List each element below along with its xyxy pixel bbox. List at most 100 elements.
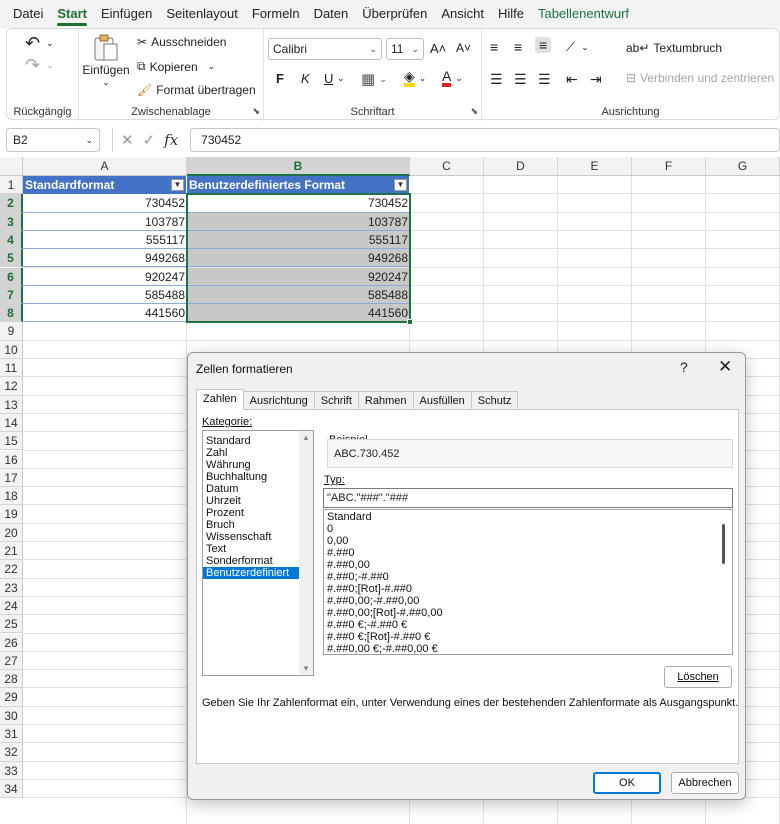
tab-rahmen[interactable]: Rahmen	[357, 391, 414, 410]
category-item[interactable]: Uhrzeit	[203, 495, 299, 507]
tab-schutz[interactable]: Schutz	[470, 391, 519, 410]
category-item[interactable]: Buchhaltung	[203, 471, 299, 483]
table-cell[interactable]: 441560	[187, 304, 410, 323]
row-header[interactable]: 4	[0, 230, 23, 250]
format-item[interactable]: #.##0,00;-#.##0,00	[324, 595, 732, 607]
font-name-select[interactable]: Calibri ⌄	[268, 38, 382, 60]
menu-daten[interactable]: Daten	[307, 0, 356, 28]
row-header[interactable]: 19	[0, 505, 23, 524]
select-all-corner[interactable]	[0, 157, 23, 176]
format-item[interactable]: #.##0,00;[Rot]-#.##0,00	[324, 607, 732, 619]
filter-dropdown-icon[interactable]: ▼	[171, 179, 184, 191]
category-item[interactable]: Sonderformat	[203, 555, 299, 567]
format-scrollbar[interactable]	[718, 510, 732, 654]
row-header[interactable]: 27	[0, 651, 23, 671]
bold-button[interactable]: F	[276, 71, 284, 86]
category-item[interactable]: Wissenschaft	[203, 531, 299, 543]
cut-button[interactable]: ✂ Ausschneiden	[137, 35, 226, 49]
format-item[interactable]: 0,00	[324, 535, 732, 547]
table-cell[interactable]: 949268	[187, 249, 410, 268]
align-top-button[interactable]: ≡	[490, 39, 498, 55]
column-header-f[interactable]: F	[632, 157, 706, 176]
borders-button[interactable]: ▦ ⌄	[361, 70, 387, 88]
row-header[interactable]: 21	[0, 542, 23, 561]
row-header[interactable]: 7	[0, 285, 23, 305]
scroll-down-icon[interactable]: ▼	[299, 664, 313, 673]
row-header[interactable]: 14	[0, 413, 23, 433]
function-icon[interactable]: fx	[164, 131, 178, 149]
table-cell[interactable]: 730452	[187, 194, 410, 213]
row-header[interactable]: 2	[0, 194, 23, 213]
category-item[interactable]: Bruch	[203, 519, 299, 531]
increase-font-button[interactable]: A˄	[430, 41, 446, 56]
menu-seitenlayout[interactable]: Seitenlayout	[159, 0, 245, 28]
column-header-g[interactable]: G	[706, 157, 780, 176]
menu-ueberpruefen[interactable]: Überprüfen	[355, 0, 434, 28]
tab-ausfuellen[interactable]: Ausfüllen	[412, 391, 472, 410]
column-header-c[interactable]: C	[410, 157, 484, 176]
underline-button[interactable]: U	[324, 71, 333, 86]
format-item[interactable]: #.##0	[324, 547, 732, 559]
align-left-button[interactable]: ☰	[490, 71, 503, 88]
table-cell[interactable]: 555117	[23, 230, 187, 250]
align-middle-button[interactable]: ≡	[514, 39, 522, 55]
column-header-d[interactable]: D	[484, 157, 558, 176]
align-bottom-button[interactable]: ≡	[535, 37, 552, 53]
decrease-indent-button[interactable]: ⇤	[566, 71, 578, 88]
row-header[interactable]: 22	[0, 560, 23, 579]
close-button[interactable]: ✕	[718, 357, 732, 377]
row-header[interactable]: 3	[0, 212, 23, 231]
format-item[interactable]: #.##0,00	[324, 559, 732, 571]
category-item[interactable]: Währung	[203, 459, 299, 471]
category-item[interactable]: Benutzerdefiniert	[203, 567, 299, 579]
row-header[interactable]: 29	[0, 688, 23, 707]
delete-button[interactable]: Löschen	[664, 666, 732, 688]
scroll-thumb[interactable]	[722, 524, 725, 564]
ok-button[interactable]: OK	[593, 772, 661, 794]
increase-indent-button[interactable]: ⇥	[590, 71, 602, 88]
row-header[interactable]: 6	[0, 267, 23, 286]
align-right-button[interactable]: ☰	[538, 71, 551, 88]
cancel-button[interactable]: Abbrechen	[671, 772, 739, 794]
table-cell[interactable]: 585488	[187, 285, 410, 305]
menu-start[interactable]: Start	[50, 0, 94, 28]
table-header-cell[interactable]: Benutzerdefiniertes Format ▼	[187, 176, 410, 195]
table-cell[interactable]: 949268	[23, 249, 187, 268]
table-cell[interactable]: 441560	[23, 304, 187, 323]
row-header[interactable]: 16	[0, 450, 23, 469]
row-header[interactable]: 17	[0, 468, 23, 488]
undo-button[interactable]: ↶ ⌄	[25, 33, 54, 54]
menu-hilfe[interactable]: Hilfe	[491, 0, 531, 28]
row-header[interactable]: 18	[0, 487, 23, 506]
row-header[interactable]: 33	[0, 761, 23, 780]
row-header[interactable]: 8	[0, 304, 23, 323]
row-header[interactable]: 31	[0, 725, 23, 744]
menu-datei[interactable]: Datei	[6, 0, 50, 28]
row-header[interactable]: 26	[0, 633, 23, 652]
row-header[interactable]: 23	[0, 578, 23, 597]
menu-einfuegen[interactable]: Einfügen	[94, 0, 159, 28]
row-header[interactable]: 10	[0, 340, 23, 359]
decrease-font-button[interactable]: A˅	[456, 41, 471, 55]
font-color-button[interactable]: A ⌄	[442, 69, 463, 87]
category-item[interactable]: Prozent	[203, 507, 299, 519]
copy-button[interactable]: ⧉ Kopieren ⌄	[137, 59, 215, 74]
row-header[interactable]: 28	[0, 670, 23, 689]
fill-color-button[interactable]: ◈ ⌄	[404, 69, 426, 87]
scroll-up-icon[interactable]: ▲	[299, 433, 313, 442]
launcher-icon[interactable]: ⬊	[470, 106, 478, 117]
category-list[interactable]: Standard Zahl Währung Buchhaltung Datum Uhrze…	[202, 430, 314, 676]
menu-formeln[interactable]: Formeln	[245, 0, 307, 28]
row-header[interactable]: 24	[0, 596, 23, 616]
row-header[interactable]: 1	[0, 176, 23, 195]
formula-input[interactable]: 730452	[190, 128, 780, 152]
format-list[interactable]: Standard 0 0,00 #.##0 #.##0,00 #.##0;-#.##0 #.…	[323, 509, 733, 655]
row-header[interactable]: 32	[0, 743, 23, 762]
format-item[interactable]: 0	[324, 523, 732, 535]
cancel-icon[interactable]: ✕	[121, 131, 134, 149]
align-center-button[interactable]: ☰	[514, 71, 527, 88]
format-item[interactable]: #.##0 €;[Rot]-#.##0 €	[324, 631, 732, 643]
format-item[interactable]: #.##0 €;-#.##0 €	[324, 619, 732, 631]
menu-ansicht[interactable]: Ansicht	[434, 0, 491, 28]
chevron-down-icon[interactable]: ⌄	[337, 73, 345, 84]
